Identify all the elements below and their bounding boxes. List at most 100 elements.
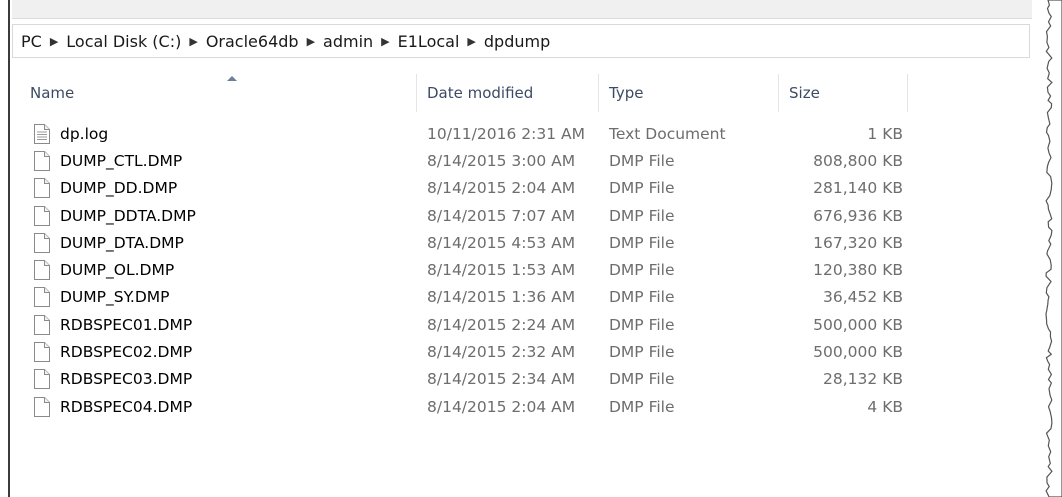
file-type: DMP File — [609, 343, 675, 362]
file-icon — [34, 260, 50, 281]
file-name-cell[interactable]: RDBSPEC01.DMP — [20, 314, 417, 335]
breadcrumb-item-local-disk[interactable]: Local Disk (C:) — [66, 32, 181, 51]
address-bar[interactable]: PC ▶ Local Disk (C:) ▶ Oracle64db ▶ admi… — [12, 24, 1030, 58]
file-size: 500,000 KB — [813, 315, 903, 334]
file-date-modified: 8/14/2015 7:07 AM — [427, 206, 576, 225]
breadcrumb-chevron-icon[interactable]: ▶ — [467, 35, 475, 48]
file-row[interactable]: DUMP_CTL.DMP 8/14/2015 3:00 AM DMP File 808… — [20, 147, 908, 174]
window-left-border — [0, 0, 10, 497]
breadcrumb-chevron-icon[interactable]: ▶ — [50, 35, 58, 48]
breadcrumb-item-pc[interactable]: PC — [21, 32, 42, 51]
file-size: 120,380 KB — [813, 261, 903, 280]
file-date-modified: 8/14/2015 4:53 AM — [427, 233, 576, 252]
file-row[interactable]: RDBSPEC02.DMP 8/14/2015 2:32 AM DMP File 50… — [20, 338, 908, 365]
file-size: 28,132 KB — [823, 370, 903, 389]
text-document-icon — [34, 123, 50, 144]
file-date-modified: 8/14/2015 1:53 AM — [427, 261, 576, 280]
file-name-cell[interactable]: DUMP_SY.DMP — [20, 287, 417, 308]
file-name-cell[interactable]: RDBSPEC03.DMP — [20, 369, 417, 390]
file-name: DUMP_DDTA.DMP — [60, 206, 196, 225]
file-row[interactable]: RDBSPEC01.DMP 8/14/2015 2:24 AM DMP File 50… — [20, 311, 908, 338]
file-name: DUMP_CTL.DMP — [60, 151, 183, 170]
file-name-cell[interactable]: DUMP_DTA.DMP — [20, 232, 417, 253]
column-header-row: Name Date modified Type Size — [20, 74, 908, 112]
file-icon — [34, 205, 50, 226]
file-icon — [34, 342, 50, 363]
file-size: 281,140 KB — [813, 179, 903, 198]
file-name-cell[interactable]: RDBSPEC04.DMP — [20, 396, 417, 417]
column-header-type-label: Type — [609, 84, 644, 102]
torn-edge-decoration — [1032, 0, 1062, 497]
file-name-cell[interactable]: RDBSPEC02.DMP — [20, 342, 417, 363]
file-name: DUMP_SY.DMP — [60, 288, 170, 307]
file-name: RDBSPEC02.DMP — [60, 343, 193, 362]
file-name: RDBSPEC03.DMP — [60, 370, 193, 389]
file-type: DMP File — [609, 370, 675, 389]
file-date-modified: 8/14/2015 2:34 AM — [427, 370, 576, 389]
file-size: 808,800 KB — [813, 151, 903, 170]
ribbon-strip — [12, 0, 1032, 19]
file-name: RDBSPEC01.DMP — [60, 315, 193, 334]
file-row[interactable]: DUMP_DDTA.DMP 8/14/2015 7:07 AM DMP File 67… — [20, 202, 908, 229]
breadcrumb-item-e1local[interactable]: E1Local — [398, 32, 460, 51]
file-type: Text Document — [609, 124, 726, 143]
breadcrumb-item-dpdump[interactable]: dpdump — [484, 32, 550, 51]
file-date-modified: 8/14/2015 1:36 AM — [427, 288, 576, 307]
file-icon — [34, 232, 50, 253]
file-type: DMP File — [609, 397, 675, 416]
file-size: 1 KB — [867, 124, 903, 143]
file-row[interactable]: DUMP_DTA.DMP 8/14/2015 4:53 AM DMP File 167… — [20, 229, 908, 256]
file-row[interactable]: dp.log 10/11/2016 2:31 AM Text Document 1 K… — [20, 120, 908, 147]
file-name-cell[interactable]: DUMP_OL.DMP — [20, 260, 417, 281]
column-header-name[interactable]: Name — [20, 74, 417, 112]
file-name-cell[interactable]: DUMP_DDTA.DMP — [20, 205, 417, 226]
file-row[interactable]: RDBSPEC03.DMP 8/14/2015 2:34 AM DMP File 28… — [20, 366, 908, 393]
file-date-modified: 8/14/2015 3:00 AM — [427, 151, 576, 170]
file-explorer-window: PC ▶ Local Disk (C:) ▶ Oracle64db ▶ admi… — [0, 0, 1062, 497]
file-type: DMP File — [609, 151, 675, 170]
column-header-size-label: Size — [789, 84, 820, 102]
file-name: DUMP_DTA.DMP — [60, 233, 184, 252]
file-date-modified: 8/14/2015 2:04 AM — [427, 397, 576, 416]
file-type: DMP File — [609, 179, 675, 198]
file-size: 36,452 KB — [823, 288, 903, 307]
file-name-cell[interactable]: DUMP_DD.DMP — [20, 178, 417, 199]
column-header-size[interactable]: Size — [779, 74, 908, 112]
file-icon — [34, 150, 50, 171]
file-name: RDBSPEC04.DMP — [60, 397, 193, 416]
file-list: dp.log 10/11/2016 2:31 AM Text Document 1 K… — [20, 120, 908, 420]
file-type: DMP File — [609, 233, 675, 252]
file-icon — [34, 178, 50, 199]
breadcrumb-chevron-icon[interactable]: ▶ — [189, 35, 197, 48]
breadcrumb-chevron-icon[interactable]: ▶ — [307, 35, 315, 48]
file-size: 676,936 KB — [813, 206, 903, 225]
file-icon — [34, 369, 50, 390]
column-header-date-label: Date modified — [427, 84, 534, 102]
file-icon — [34, 314, 50, 335]
file-type: DMP File — [609, 261, 675, 280]
file-name-cell[interactable]: DUMP_CTL.DMP — [20, 150, 417, 171]
file-date-modified: 8/14/2015 2:04 AM — [427, 179, 576, 198]
file-row[interactable]: DUMP_SY.DMP 8/14/2015 1:36 AM DMP File 36,4… — [20, 284, 908, 311]
file-name-cell[interactable]: dp.log — [20, 123, 417, 144]
torn-edge-path — [1045, 0, 1062, 497]
breadcrumb-item-oracle64db[interactable]: Oracle64db — [206, 32, 299, 51]
file-icon — [34, 396, 50, 417]
file-row[interactable]: RDBSPEC04.DMP 8/14/2015 2:04 AM DMP File 4 … — [20, 393, 908, 420]
file-row[interactable]: DUMP_DD.DMP 8/14/2015 2:04 AM DMP File 281,… — [20, 175, 908, 202]
column-header-name-label: Name — [30, 84, 75, 102]
file-type: DMP File — [609, 315, 675, 334]
file-date-modified: 8/14/2015 2:32 AM — [427, 343, 576, 362]
breadcrumb-item-admin[interactable]: admin — [323, 32, 373, 51]
file-size: 4 KB — [867, 397, 903, 416]
breadcrumb-chevron-icon[interactable]: ▶ — [381, 35, 389, 48]
file-row[interactable]: DUMP_OL.DMP 8/14/2015 1:53 AM DMP File 120,… — [20, 256, 908, 283]
file-type: DMP File — [609, 206, 675, 225]
column-header-date-modified[interactable]: Date modified — [417, 74, 599, 112]
file-type: DMP File — [609, 288, 675, 307]
column-header-type[interactable]: Type — [599, 74, 779, 112]
file-name: DUMP_OL.DMP — [60, 261, 175, 280]
file-size: 167,320 KB — [813, 233, 903, 252]
file-name: dp.log — [60, 124, 109, 143]
sort-ascending-icon — [227, 76, 237, 81]
